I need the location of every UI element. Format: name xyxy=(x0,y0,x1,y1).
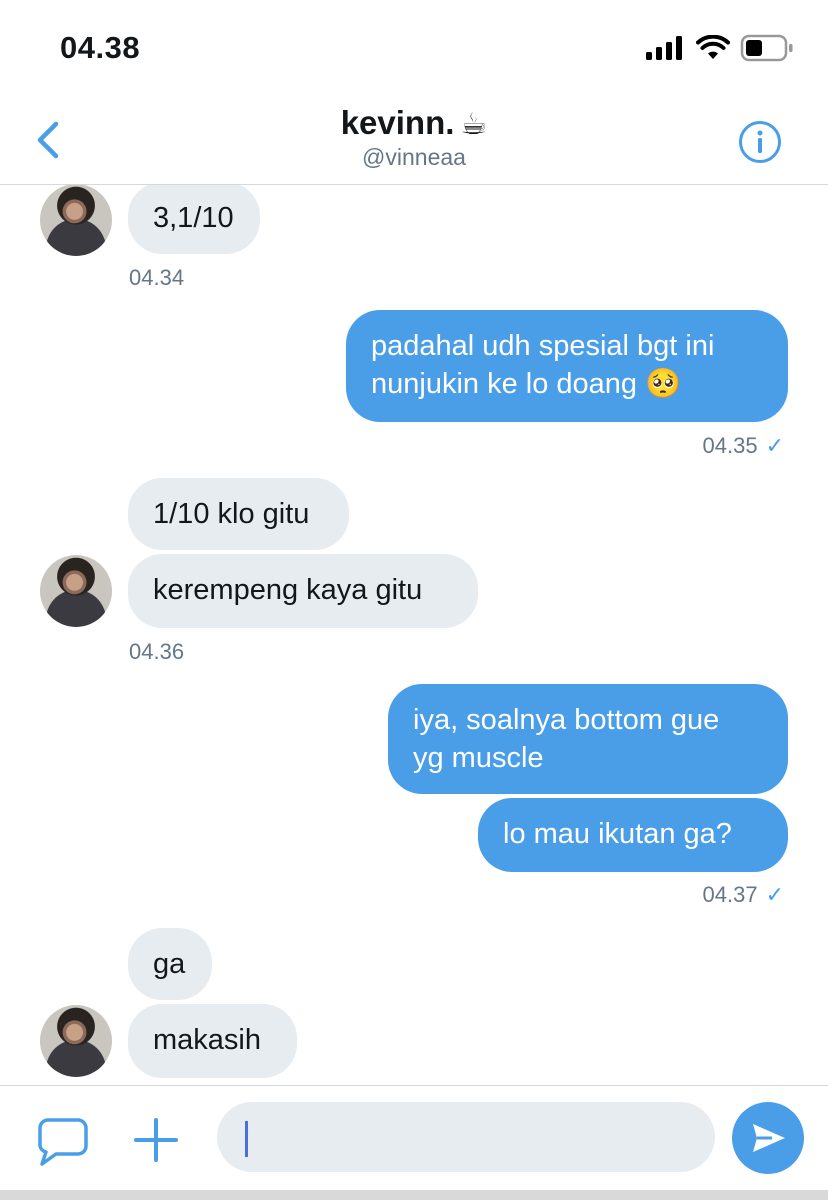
message-input[interactable] xyxy=(217,1102,715,1172)
conversation-header: kevinn. ☕ @vinneaa xyxy=(0,96,828,185)
contact-name-emoji: ☕ xyxy=(460,108,488,141)
wifi-icon xyxy=(696,35,730,59)
outgoing-message[interactable]: padahal udh spesial bgt ini nunjukin ke … xyxy=(346,310,788,422)
incoming-message[interactable]: makasih xyxy=(128,1004,297,1078)
contact-handle: @vinneaa xyxy=(362,144,466,170)
message-timestamp: 04.34 xyxy=(129,265,185,290)
send-icon xyxy=(753,1124,785,1152)
read-check-icon: ✓ xyxy=(765,882,784,907)
conversation-title[interactable]: kevinn. ☕ @vinneaa xyxy=(0,104,828,171)
message-timestamp: 04.37 ✓ xyxy=(702,882,785,907)
incoming-message[interactable]: 1/10 klo gitu xyxy=(128,478,349,550)
battery-icon xyxy=(740,34,793,62)
plus-icon[interactable] xyxy=(130,1114,182,1166)
signal-icon xyxy=(646,36,682,60)
send-button[interactable] xyxy=(732,1102,804,1174)
status-time: 04.38 xyxy=(60,30,141,65)
message-timestamp: 04.35 ✓ xyxy=(702,433,785,458)
message-timestamp: 04.36 xyxy=(129,639,185,664)
status-bar: 04.38 xyxy=(0,0,828,96)
avatar[interactable] xyxy=(40,555,112,627)
message-composer xyxy=(0,1085,828,1201)
contact-name: kevinn. xyxy=(340,104,455,141)
avatar[interactable] xyxy=(40,1005,112,1077)
read-check-icon: ✓ xyxy=(765,433,784,458)
message-bubble-icon[interactable] xyxy=(34,1116,90,1168)
incoming-message[interactable]: 3,1/10 xyxy=(128,185,260,254)
outgoing-message[interactable]: iya, soalnya bottom gue yg muscle xyxy=(388,684,788,794)
text-caret xyxy=(245,1121,248,1157)
message-thread[interactable]: 3,1/10 04.34 padahal udh spesial bgt ini… xyxy=(0,185,828,1085)
info-icon[interactable] xyxy=(738,120,782,164)
avatar[interactable] xyxy=(40,185,112,256)
status-icons xyxy=(646,34,794,62)
incoming-message[interactable]: ga xyxy=(128,928,212,1000)
outgoing-message[interactable]: lo mau ikutan ga? xyxy=(478,798,788,872)
incoming-message[interactable]: kerempeng kaya gitu xyxy=(128,554,478,628)
home-indicator-strip xyxy=(0,1190,828,1200)
